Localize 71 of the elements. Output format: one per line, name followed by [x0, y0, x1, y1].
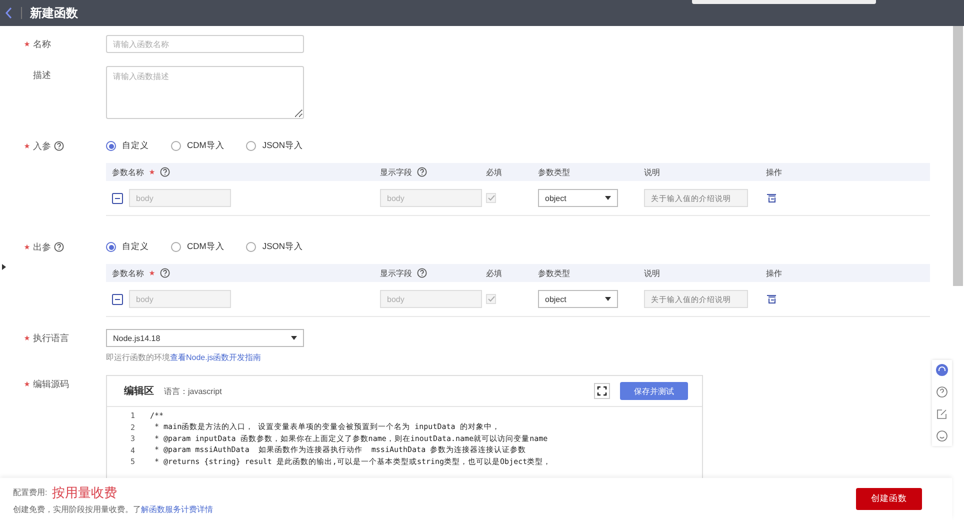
column-header: 必填: [486, 268, 502, 278]
page-title: 新建函数: [30, 4, 78, 22]
column-header: 必填: [486, 166, 502, 178]
back-icon[interactable]: [5, 7, 13, 19]
field-label: 出参: [33, 240, 51, 254]
caret-icon: [605, 196, 611, 200]
radio-option[interactable]: JSON导入: [246, 241, 304, 253]
radio-option[interactable]: JSON导入: [246, 140, 304, 152]
column-header: 操作: [766, 268, 782, 278]
save-test-button[interactable]: 保存并测试: [620, 382, 688, 400]
help-icon[interactable]: [417, 268, 427, 278]
remove-row-icon[interactable]: [112, 192, 123, 204]
fee-label: 配置费用:: [13, 487, 48, 498]
scrollbar-thumb[interactable]: [953, 26, 963, 286]
help-icon[interactable]: [160, 167, 170, 177]
field-label: 名称: [33, 38, 51, 50]
runtime-select[interactable]: Node.js14.18: [106, 329, 304, 347]
help-icon[interactable]: [54, 141, 64, 151]
required-star-icon: [24, 143, 30, 149]
column-header: 说明: [644, 268, 660, 278]
radio-option[interactable]: CDM导入: [171, 140, 224, 152]
column-header: 参数名称: [112, 268, 144, 278]
column-header: 显示字段: [380, 166, 412, 178]
caret-icon: [291, 336, 297, 340]
language-label: 语言：javascript: [164, 386, 223, 396]
headset-icon[interactable]: [936, 364, 948, 376]
delete-icon[interactable]: [766, 193, 777, 203]
field-label: 入参: [33, 140, 51, 152]
required-star-icon: [149, 169, 155, 175]
fee-note: 创建免费，实用阶段按用量收费。了: [13, 504, 141, 514]
delete-icon[interactable]: [766, 294, 777, 304]
column-header: 说明: [644, 166, 660, 178]
required-star-icon: [24, 244, 30, 250]
top-bar-field[interactable]: [692, 0, 876, 4]
smiley-icon[interactable]: [936, 430, 948, 442]
hint-text: 即运行函数的环境: [106, 352, 170, 363]
editor-title: 编辑区: [124, 384, 154, 398]
column-header: 参数类型: [538, 268, 570, 278]
radio-option[interactable]: 自定义: [106, 140, 149, 152]
radio-option[interactable]: CDM导入: [171, 241, 224, 253]
column-header: 参数名称: [112, 166, 144, 178]
fee-details-link[interactable]: 解函数服务计费详情: [141, 504, 213, 514]
radio-option[interactable]: 自定义: [106, 241, 149, 253]
expand-arrow-icon[interactable]: [2, 264, 6, 270]
create-function-button[interactable]: 创建函数: [856, 488, 922, 510]
column-header: 参数类型: [538, 166, 570, 178]
edit-icon[interactable]: [936, 408, 948, 420]
type-select[interactable]: object: [538, 290, 618, 308]
help-icon[interactable]: [936, 386, 948, 398]
help-icon[interactable]: [417, 167, 427, 177]
required-star-icon: [24, 335, 30, 341]
required-checkbox[interactable]: [486, 193, 496, 203]
caret-icon: [605, 297, 611, 301]
description-textarea[interactable]: 请输入函数描述: [106, 66, 304, 119]
fee-value: 按用量收费: [52, 484, 118, 502]
required-star-icon: [149, 270, 155, 276]
required-star-icon: [24, 381, 30, 387]
field-label: 执行语言: [33, 332, 69, 344]
required-star-icon: [24, 41, 30, 47]
column-header: 操作: [766, 166, 782, 178]
fullscreen-icon[interactable]: [594, 383, 610, 399]
name-field[interactable]: 请输入函数名称: [106, 35, 304, 53]
type-select[interactable]: object: [538, 189, 618, 207]
field-label: 描述: [33, 68, 51, 82]
help-icon[interactable]: [54, 242, 64, 252]
guide-link[interactable]: 查看Node.js函数开发指南: [170, 352, 262, 363]
column-header: 显示字段: [380, 268, 412, 278]
help-icon[interactable]: [160, 268, 170, 278]
field-label: 编辑源码: [33, 378, 69, 390]
required-checkbox[interactable]: [486, 294, 496, 304]
remove-row-icon[interactable]: [112, 294, 123, 304]
